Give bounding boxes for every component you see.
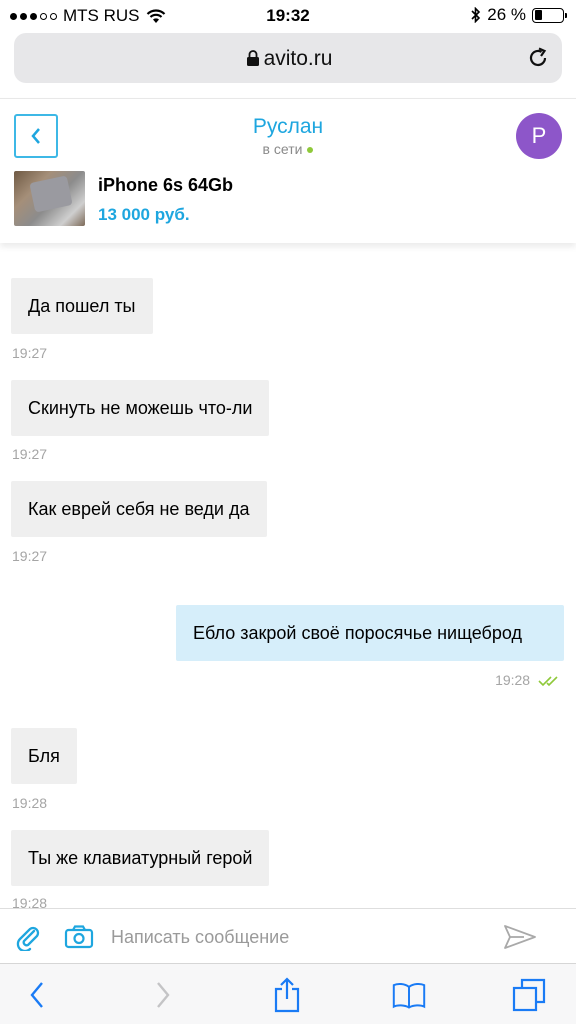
address-bar[interactable]: avito.ru (14, 33, 562, 83)
url-label: avito.ru (263, 47, 333, 70)
message-composer: Написать сообщение (0, 908, 576, 964)
camera-icon[interactable] (64, 925, 94, 949)
message-meta: 19:28 (495, 672, 562, 688)
double-check-icon (538, 676, 558, 687)
tabs-button[interactable] (512, 978, 546, 1012)
url-text[interactable]: avito.ru (14, 47, 562, 71)
paperclip-icon[interactable] (14, 923, 42, 951)
avatar[interactable]: Р (516, 113, 562, 159)
browser-toolbar (0, 963, 576, 1024)
share-icon (274, 977, 300, 1013)
battery-icon (532, 7, 567, 23)
online-indicator (307, 147, 314, 154)
browser-forward-button[interactable] (146, 978, 180, 1012)
contact-status: в сети (0, 141, 576, 157)
contact-status-label: в сети (262, 141, 303, 157)
message-input[interactable]: Написать сообщение (111, 927, 289, 948)
send-icon[interactable] (502, 923, 538, 951)
product-thumbnail[interactable] (14, 171, 85, 226)
message-time: 19:28 (12, 795, 48, 811)
battery-fill (534, 10, 542, 20)
message-bubble-incoming: Скинуть не можешь что-ли (11, 380, 270, 436)
product-title[interactable]: iPhone 6s 64Gb (98, 175, 233, 196)
product-image (29, 175, 73, 213)
browser-back-button[interactable] (20, 978, 54, 1012)
bookmarks-button[interactable] (392, 978, 426, 1012)
battery-percent: 26 % (487, 5, 526, 24)
message-bubble-incoming: Как еврей себя не веди да (11, 481, 267, 537)
contact-name[interactable]: Руслан (0, 115, 576, 139)
share-button[interactable] (270, 977, 304, 1013)
chat-header: Руслан в сети Р iPhone 6s 64Gb 13 000 ру… (0, 98, 576, 243)
message-bubble-incoming: Бля (11, 728, 77, 784)
status-bar: MTS RUS 19:32 26 % (0, 0, 576, 30)
book-icon (392, 983, 426, 1009)
message-bubble-outgoing: Ебло закрой своё поросячье нищеброд (176, 605, 564, 661)
reload-icon[interactable] (526, 46, 550, 70)
message-time: 19:28 (495, 672, 531, 688)
product-price: 13 000 руб. (98, 205, 190, 224)
message-time: 19:27 (12, 345, 48, 361)
message-bubble-incoming: Да пошел ты (11, 278, 153, 334)
message-bubble-incoming: Ты же клавиатурный герой (11, 830, 270, 886)
chevron-left-icon (30, 982, 43, 1008)
tabs-icon (512, 978, 546, 1012)
chevron-right-icon (157, 982, 170, 1008)
message-time: 19:27 (12, 548, 48, 564)
message-time: 19:27 (12, 446, 48, 462)
status-right: 26 % (471, 5, 567, 25)
bluetooth-icon (471, 7, 481, 23)
